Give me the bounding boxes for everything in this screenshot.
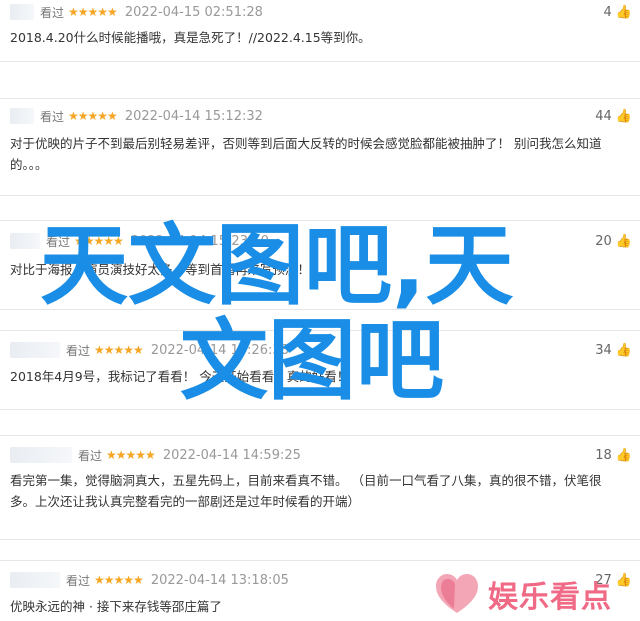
- review-user[interactable]: 看过: [40, 4, 64, 21]
- thumbs-up-icon: 👍: [615, 4, 632, 20]
- rating-stars: ★★★★★: [94, 573, 144, 587]
- review-date: 2022-04-14 14:59:25: [162, 447, 301, 463]
- review-meta: 看过 ★★★★★ 2022-04-14 15:23:10: [10, 231, 269, 251]
- like-button[interactable]: 44 👍: [595, 106, 632, 126]
- review-date: 2022-04-14 15:12:32: [124, 108, 263, 124]
- avatar[interactable]: [10, 447, 72, 463]
- rating-stars: ★★★★★: [68, 5, 118, 19]
- review-meta: 看过 ★★★★★ 2022-04-14 15:12:32: [10, 106, 263, 126]
- like-button[interactable]: 20 👍: [595, 231, 632, 251]
- like-count: 34: [595, 342, 612, 358]
- review-date: 2022-04-14 14:26:38: [150, 342, 289, 358]
- like-count: 44: [595, 108, 612, 124]
- avatar[interactable]: [10, 572, 60, 588]
- like-button[interactable]: 18 👍: [595, 445, 632, 465]
- review-user[interactable]: 看过: [66, 342, 90, 359]
- review-text: 看完第一集，觉得脑洞真大，五星先码上，目前来看真不错。 （目前一口气看了八集，真…: [10, 473, 602, 509]
- review-date: 2022-04-15 02:51:28: [124, 4, 263, 20]
- avatar[interactable]: [10, 108, 34, 124]
- like-count: 20: [595, 233, 612, 249]
- like-button[interactable]: 34 👍: [595, 340, 632, 360]
- review-item: 看过 ★★★★★ 2022-04-14 15:12:32 44 👍 对于优映的片…: [0, 98, 640, 196]
- review-date: 2022-04-14 15:23:10: [130, 233, 269, 249]
- review-meta: 看过 ★★★★★ 2022-04-14 13:18:05: [10, 570, 289, 590]
- rating-stars: ★★★★★: [68, 109, 118, 123]
- like-button[interactable]: 4 👍: [604, 2, 632, 22]
- review-text: 2018年4月9号，我标记了看看！ 今天开始看看，真的好看！: [10, 369, 350, 384]
- review-item: 看过 ★★★★★ 2022-04-14 14:26:38 34 👍 2018年4…: [0, 330, 640, 410]
- review-item: 看过 ★★★★★ 2022-04-14 14:59:25 18 👍 看完第一集，…: [0, 435, 640, 540]
- review-user[interactable]: 看过: [66, 572, 90, 589]
- thumbs-up-icon: 👍: [615, 447, 632, 463]
- thumbs-up-icon: 👍: [615, 342, 632, 358]
- review-item: 看过 ★★★★★ 2022-04-15 02:51:28 4 👍 2018.4.…: [0, 0, 640, 62]
- review-text: 对于优映的片子不到最后别轻易差评，否则等到后面大反转的时候会感觉脸都能被抽肿了！…: [10, 136, 602, 172]
- rating-stars: ★★★★★: [106, 448, 156, 462]
- site-logo: 娱乐看点: [432, 566, 640, 621]
- like-count: 18: [595, 447, 612, 463]
- thumbs-up-icon: 👍: [615, 108, 632, 124]
- review-user[interactable]: 看过: [40, 108, 64, 125]
- avatar[interactable]: [10, 233, 40, 249]
- review-user[interactable]: 看过: [46, 233, 70, 250]
- review-item: 看过 ★★★★★ 2022-04-14 15:23:10 20 👍 对比于海报，…: [0, 220, 640, 310]
- review-text: 2018.4.20什么时候能播哦，真是急死了！//2022.4.15等到你。: [10, 30, 371, 45]
- like-count: 4: [603, 4, 612, 20]
- review-user[interactable]: 看过: [78, 447, 102, 464]
- avatar[interactable]: [10, 4, 34, 20]
- thumbs-up-icon: 👍: [615, 233, 632, 249]
- review-meta: 看过 ★★★★★ 2022-04-15 02:51:28: [10, 2, 263, 22]
- rating-stars: ★★★★★: [74, 234, 124, 248]
- review-date: 2022-04-14 13:18:05: [150, 572, 289, 588]
- review-meta: 看过 ★★★★★ 2022-04-14 14:59:25: [10, 445, 301, 465]
- heart-icon: [436, 573, 478, 613]
- avatar[interactable]: [10, 342, 60, 358]
- review-meta: 看过 ★★★★★ 2022-04-14 14:26:38: [10, 340, 289, 360]
- logo-text: 娱乐看点: [488, 579, 612, 615]
- review-text: 对比于海报，演员演技好太多，等到首播再来写预测！: [10, 262, 311, 277]
- rating-stars: ★★★★★: [94, 343, 144, 357]
